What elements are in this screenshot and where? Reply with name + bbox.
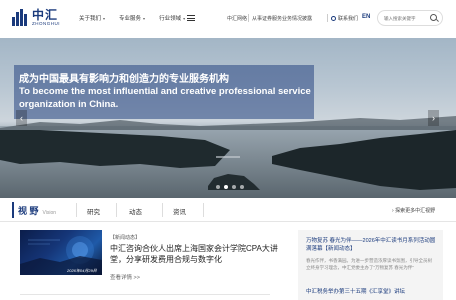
divider	[327, 14, 328, 22]
section-title-en: Vision	[42, 210, 57, 216]
chevron-down-icon: ▾	[103, 15, 106, 21]
news-category: 【新闻动态】	[110, 235, 141, 241]
carousel-dots	[216, 185, 248, 189]
divider	[162, 203, 163, 217]
nav-item-label: 关于我们	[79, 16, 102, 22]
page: 中汇 ZHONGHUI 关于我们 ▾ 专业服务 ▾ 行业领域 ▾ 中汇网络 从事…	[0, 0, 456, 300]
divider	[20, 294, 270, 295]
divider	[203, 203, 204, 217]
hero-carousel: 成为中国最具有影响力和创造力的专业服务机构 To become the most…	[0, 38, 456, 198]
carousel-dot-active[interactable]	[224, 185, 228, 189]
side-news-title[interactable]: 万物复苏 春光为伴——2026年中汇读书月系列活动圆满落幕【新闻动态】	[306, 237, 436, 253]
carousel-prev-icon[interactable]: ‹	[16, 110, 27, 126]
chevron-down-icon: ▾	[143, 15, 146, 21]
search-icon[interactable]	[430, 14, 437, 21]
nav-item-services[interactable]: 专业服务 ▾	[119, 14, 146, 23]
news-title[interactable]: 中汇咨询合伙人出席上海国家会计学院CPA大讲堂，分享研发费用合规与数字化	[110, 243, 278, 265]
chevron-down-icon: ▾	[183, 15, 186, 21]
logo-mark-icon	[12, 9, 29, 27]
divider	[116, 203, 117, 217]
main-nav: 关于我们 ▾ 专业服务 ▾ 行业领域 ▾	[79, 14, 199, 23]
side-news-title-2[interactable]: 中汇税务举办第三十五期《汇享堂》讲坛	[306, 288, 436, 296]
header: 中汇 ZHONGHUI 关于我们 ▾ 专业服务 ▾ 行业领域 ▾ 中汇网络 从事…	[0, 0, 456, 38]
tab-news[interactable]: 动态	[129, 206, 142, 216]
vision-tabs: 视 野 Vision 研究 动态 资讯 › 探索更多中汇视野	[0, 198, 456, 222]
section-title: 视 野 Vision	[18, 204, 56, 217]
contact-label: 联系我们	[338, 16, 359, 22]
news-date: 2026年04月29日	[67, 268, 97, 273]
logo-name-cn: 中汇	[32, 8, 59, 22]
divider	[76, 203, 77, 217]
menu-icon[interactable]	[187, 15, 195, 21]
disclosure-link[interactable]: 从事证券服务业务情况披露	[252, 15, 312, 22]
carousel-dot[interactable]	[240, 185, 244, 189]
explore-more-label: 探索更多中汇视野	[395, 208, 436, 214]
divider	[248, 14, 249, 22]
accent-bar	[12, 202, 14, 218]
language-switch[interactable]: EN	[362, 14, 370, 20]
nav-item-industries[interactable]: 行业领域 ▾	[159, 14, 186, 23]
contact-link[interactable]: 联系我们	[331, 15, 358, 22]
logo[interactable]: 中汇 ZHONGHUI	[12, 9, 60, 27]
carousel-next-icon[interactable]: ›	[428, 110, 439, 126]
side-news-tag: 【新闻动态】	[322, 246, 356, 252]
tab-research[interactable]: 研究	[87, 206, 100, 216]
carousel-dot[interactable]	[216, 185, 220, 189]
tab-info[interactable]: 资讯	[173, 206, 186, 216]
hero-title-cn: 成为中国最具有影响力和创造力的专业服务机构	[19, 74, 229, 85]
nav-item-about[interactable]: 关于我们 ▾	[79, 14, 106, 23]
logo-name-en: ZHONGHUI	[32, 21, 60, 26]
section-title-cn: 视 野	[18, 206, 39, 216]
nav-item-label: 专业服务	[119, 16, 142, 22]
explore-more-link[interactable]: › 探索更多中汇视野	[392, 207, 435, 214]
phone-icon	[331, 16, 336, 21]
side-news-panel: 万物复苏 春光为伴——2026年中汇读书月系列活动圆满落幕【新闻动态】 春光作伴…	[298, 230, 443, 300]
chevron-right-icon: ›	[392, 208, 394, 214]
search-box	[377, 10, 443, 26]
news-more-link[interactable]: 查看详情 >>	[110, 273, 140, 281]
nav-item-label: 行业领域	[159, 16, 182, 22]
side-news-description: 春光作伴，书香满园。为进一步营造浓厚读书氛围，引导全员树立终身学习理念，中汇党委…	[306, 258, 432, 270]
carousel-dot[interactable]	[232, 185, 236, 189]
search-input[interactable]	[384, 15, 432, 21]
network-link[interactable]: 中汇网络	[227, 15, 247, 22]
hero-title-en: To become the most influential and creat…	[19, 86, 311, 110]
